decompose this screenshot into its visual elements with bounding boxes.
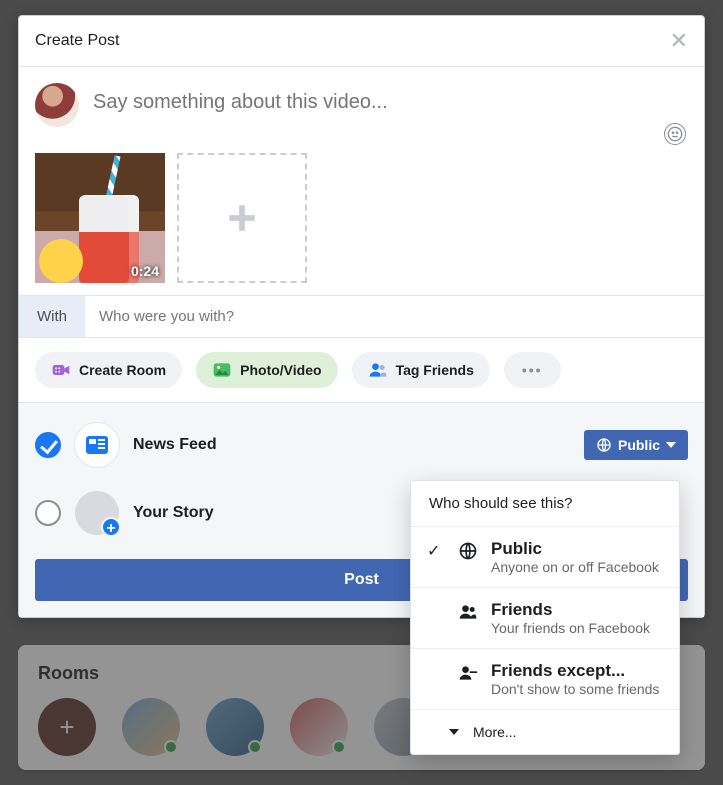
- more-options-chip[interactable]: •••: [504, 352, 561, 388]
- modal-header: Create Post ✕: [19, 16, 704, 67]
- news-feed-radio[interactable]: [35, 432, 61, 458]
- video-duration: 0:24: [131, 263, 159, 279]
- privacy-dropdown: Who should see this? ✓ Public Anyone on …: [410, 480, 680, 755]
- add-media-button[interactable]: [177, 153, 307, 283]
- video-camera-icon: [51, 360, 71, 380]
- option-subtitle: Your friends on Facebook: [491, 620, 650, 636]
- with-input[interactable]: [85, 296, 704, 337]
- your-story-icon-wrap: +: [75, 491, 119, 535]
- check-placeholder: [427, 600, 445, 602]
- emoji-picker-icon[interactable]: [664, 123, 686, 145]
- globe-icon: [457, 539, 479, 561]
- create-room-chip[interactable]: Create Room: [35, 352, 182, 388]
- with-label: With: [19, 296, 85, 337]
- caret-down-icon: [666, 442, 676, 448]
- option-title: Friends except...: [491, 661, 659, 681]
- tag-friends-chip[interactable]: Tag Friends: [352, 352, 490, 388]
- option-subtitle: Don't show to some friends: [491, 681, 659, 697]
- privacy-more-button[interactable]: More...: [411, 709, 679, 754]
- add-story-plus-icon: +: [101, 517, 121, 537]
- news-feed-icon-wrap: [75, 423, 119, 467]
- close-icon[interactable]: ✕: [670, 28, 688, 54]
- tag-with-row: With: [19, 295, 704, 338]
- check-placeholder: [427, 661, 445, 663]
- chip-label: Create Room: [79, 362, 166, 378]
- option-title: Friends: [491, 600, 650, 620]
- privacy-button-label: Public: [618, 437, 660, 453]
- privacy-dropdown-heading: Who should see this?: [411, 481, 679, 526]
- option-subtitle: Anyone on or off Facebook: [491, 559, 659, 575]
- video-thumbnail[interactable]: 0:24: [35, 153, 165, 283]
- privacy-option-friends-except[interactable]: Friends except... Don't show to some fri…: [411, 648, 679, 709]
- globe-icon: [596, 437, 612, 453]
- photo-video-chip[interactable]: Photo/Video: [196, 352, 337, 388]
- photo-icon: [212, 360, 232, 380]
- caret-down-icon: [449, 729, 459, 735]
- more-label: More...: [473, 724, 517, 740]
- privacy-option-public[interactable]: ✓ Public Anyone on or off Facebook: [411, 526, 679, 587]
- option-title: Public: [491, 539, 659, 559]
- friends-icon: [457, 600, 479, 622]
- modal-title: Create Post: [35, 32, 119, 50]
- composer-row: [19, 67, 704, 135]
- your-story-radio[interactable]: [35, 500, 61, 526]
- news-feed-icon: [86, 436, 108, 454]
- news-feed-label: News Feed: [133, 436, 217, 454]
- tag-friends-icon: [368, 360, 388, 380]
- media-attachments: 0:24: [19, 135, 704, 295]
- chip-label: Photo/Video: [240, 362, 321, 378]
- privacy-selector-button[interactable]: Public: [584, 430, 688, 460]
- news-feed-row[interactable]: News Feed Public: [35, 423, 688, 467]
- privacy-option-friends[interactable]: Friends Your friends on Facebook: [411, 587, 679, 648]
- user-avatar[interactable]: [35, 83, 79, 127]
- check-icon: ✓: [427, 539, 445, 561]
- post-text-input[interactable]: [93, 83, 688, 114]
- chip-label: Tag Friends: [396, 362, 474, 378]
- ellipsis-icon: •••: [522, 362, 543, 378]
- friends-except-icon: [457, 661, 479, 683]
- composer-options-row: Create Room Photo/Video Tag Friends •••: [19, 338, 704, 403]
- your-story-label: Your Story: [133, 504, 214, 522]
